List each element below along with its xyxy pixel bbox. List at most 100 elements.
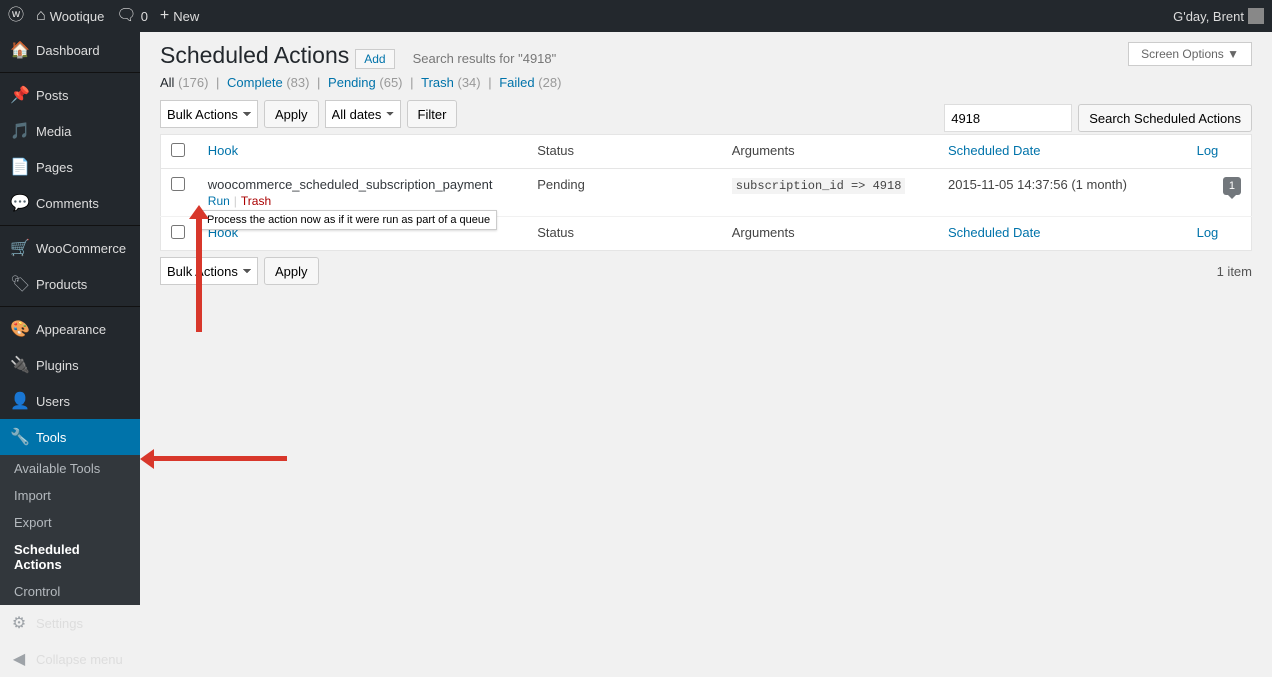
main-content: Screen Options ▼ Scheduled Actions Add S… — [140, 32, 1272, 578]
col-log[interactable]: Log — [1197, 143, 1219, 158]
arguments-cell: subscription_id => 4918 — [732, 178, 906, 194]
collapse-icon: ◀ — [10, 649, 28, 669]
annotation-arrow-1-head — [189, 205, 209, 219]
sidebar-item-label: Posts — [36, 88, 69, 103]
scheduled-date-cell: 2015-11-05 14:37:56 (1 month) — [938, 169, 1187, 217]
sidebar-item-label: Collapse menu — [36, 652, 123, 667]
sidebar-item-users[interactable]: 👤Users — [0, 383, 140, 419]
bulk-apply-top[interactable]: Apply — [264, 100, 319, 128]
plus-icon: + — [160, 8, 169, 24]
comments-link[interactable]: 🗨0 — [116, 8, 148, 24]
sidebar-item-plugins[interactable]: 🔌 Plugins — [0, 347, 140, 383]
annotation-arrow-1-shaft — [196, 217, 202, 332]
bulk-actions-select-top[interactable]: Bulk Actions — [160, 100, 258, 128]
dashboard-icon: 🏠 — [10, 40, 28, 60]
select-all-top[interactable] — [171, 143, 185, 157]
sidebar-item-label: Settings — [36, 616, 83, 631]
search-input[interactable] — [944, 104, 1072, 132]
scheduled-actions-table: Hook Status Arguments Scheduled Date Log… — [160, 134, 1252, 251]
posts-icon: 📌 — [10, 85, 28, 105]
annotation-arrow-2-shaft — [152, 456, 287, 461]
sidebar-item-appearance[interactable]: 🎨Appearance — [0, 306, 140, 347]
status-cell: Pending — [527, 169, 722, 217]
submenu-item-import[interactable]: Import — [0, 482, 140, 509]
items-count-bottom: 1 item — [1217, 264, 1252, 279]
sidebar-item-label: WooCommerce — [36, 241, 126, 256]
search-results-text: Search results for "4918" — [413, 51, 557, 66]
new-link[interactable]: +New — [160, 8, 199, 24]
submenu-item-scheduled-actions[interactable]: Scheduled Actions — [0, 536, 140, 578]
log-count-badge[interactable]: 1 — [1223, 177, 1241, 195]
pages-icon: 📄 — [10, 157, 28, 177]
sidebar-item-comments[interactable]: 💬Comments — [0, 185, 140, 221]
home-icon: ⌂ — [36, 8, 46, 24]
sidebar-item-media[interactable]: 🎵 Media — [0, 113, 140, 149]
submenu-item-crontrol[interactable]: Crontrol — [0, 578, 140, 605]
media-icon: 🎵 — [10, 121, 28, 141]
sidebar-item-dashboard[interactable]: 🏠 Dashboard — [0, 32, 140, 68]
col-status: Status — [537, 143, 574, 158]
sidebar-item-tools[interactable]: 🔧 Tools — [0, 419, 140, 455]
col-status-foot: Status — [537, 225, 574, 240]
sidebar-item-label: Media — [36, 124, 71, 139]
bulk-actions-select-bottom[interactable]: Bulk Actions — [160, 257, 258, 285]
date-filter-select[interactable]: All dates — [325, 100, 401, 128]
col-arguments: Arguments — [732, 143, 795, 158]
tools-icon: 🔧 — [10, 427, 28, 447]
wordpress-icon: ⓦ — [8, 8, 24, 24]
run-tooltip: Process the action now as if it were run… — [200, 210, 497, 230]
bulk-apply-bottom[interactable]: Apply — [264, 257, 319, 285]
settings-icon: ⚙ — [10, 613, 28, 633]
col-hook[interactable]: Hook — [208, 143, 238, 158]
trash-action[interactable]: Trash — [241, 194, 271, 208]
sidebar-item-settings[interactable]: ⚙ Settings — [0, 605, 140, 641]
greeting: G'day, Brent — [1173, 9, 1244, 24]
submenu-item-available-tools[interactable]: Available Tools — [0, 455, 140, 482]
add-button[interactable]: Add — [355, 49, 394, 69]
account-link[interactable]: G'day, Brent — [1173, 8, 1264, 24]
col-log-foot[interactable]: Log — [1197, 225, 1219, 240]
comment-icon: 🗨 — [116, 8, 136, 24]
filter-complete[interactable]: Complete — [227, 75, 283, 90]
run-action[interactable]: Run — [208, 194, 230, 208]
admin-bar: ⓦ ⌂Wootique 🗨0 +New G'day, Brent — [0, 0, 1272, 32]
wp-logo[interactable]: ⓦ — [8, 8, 24, 24]
sidebar-item-label: Comments — [36, 196, 99, 211]
filter-button[interactable]: Filter — [407, 100, 458, 128]
search-button[interactable]: Search Scheduled Actions — [1078, 104, 1252, 132]
products-icon: 🏷 — [10, 274, 28, 294]
col-scheduled-date[interactable]: Scheduled Date — [948, 143, 1041, 158]
sidebar-item-label: Dashboard — [36, 43, 100, 58]
comments-count: 0 — [141, 9, 148, 24]
col-scheduled-date-foot[interactable]: Scheduled Date — [948, 225, 1041, 240]
screen-options-toggle[interactable]: Screen Options ▼ — [1128, 42, 1252, 66]
plugins-icon: 🔌 — [10, 355, 28, 375]
filter-failed[interactable]: Failed — [499, 75, 534, 90]
col-arguments-foot: Arguments — [732, 225, 795, 240]
sidebar-item-woocommerce[interactable]: 🛒 WooCommerce — [0, 225, 140, 266]
woocommerce-icon: 🛒 — [10, 238, 28, 258]
avatar — [1248, 8, 1264, 24]
sidebar-item-collapse[interactable]: ◀ Collapse menu — [0, 641, 140, 677]
sidebar-item-label: Users — [36, 394, 70, 409]
sidebar-item-products[interactable]: 🏷 Products — [0, 266, 140, 302]
sidebar-item-label: Pages — [36, 160, 73, 175]
filter-all[interactable]: All — [160, 75, 174, 90]
appearance-icon: 🎨 — [10, 319, 28, 339]
page-title: Scheduled Actions — [160, 42, 349, 69]
sidebar-item-posts[interactable]: 📌 Posts — [0, 72, 140, 113]
sidebar-item-pages[interactable]: 📄 Pages — [0, 149, 140, 185]
row-checkbox[interactable] — [171, 177, 185, 191]
annotation-arrow-2-head — [140, 449, 154, 469]
sidebar-item-label: Tools — [36, 430, 66, 445]
hook-name: woocommerce_scheduled_subscription_payme… — [208, 177, 517, 192]
filter-pending[interactable]: Pending — [328, 75, 376, 90]
submenu-item-export[interactable]: Export — [0, 509, 140, 536]
sidebar-item-label: Products — [36, 277, 87, 292]
site-name-link[interactable]: ⌂ Wootique — [36, 8, 104, 24]
filter-trash[interactable]: Trash — [421, 75, 454, 90]
select-all-bottom[interactable] — [171, 225, 185, 239]
admin-sidebar: 🏠 Dashboard 📌 Posts 🎵 Media 📄 Pages 💬Comments 🛒 Wo… — [0, 32, 140, 578]
site-name: Wootique — [50, 9, 105, 24]
sidebar-item-label: Plugins — [36, 358, 79, 373]
